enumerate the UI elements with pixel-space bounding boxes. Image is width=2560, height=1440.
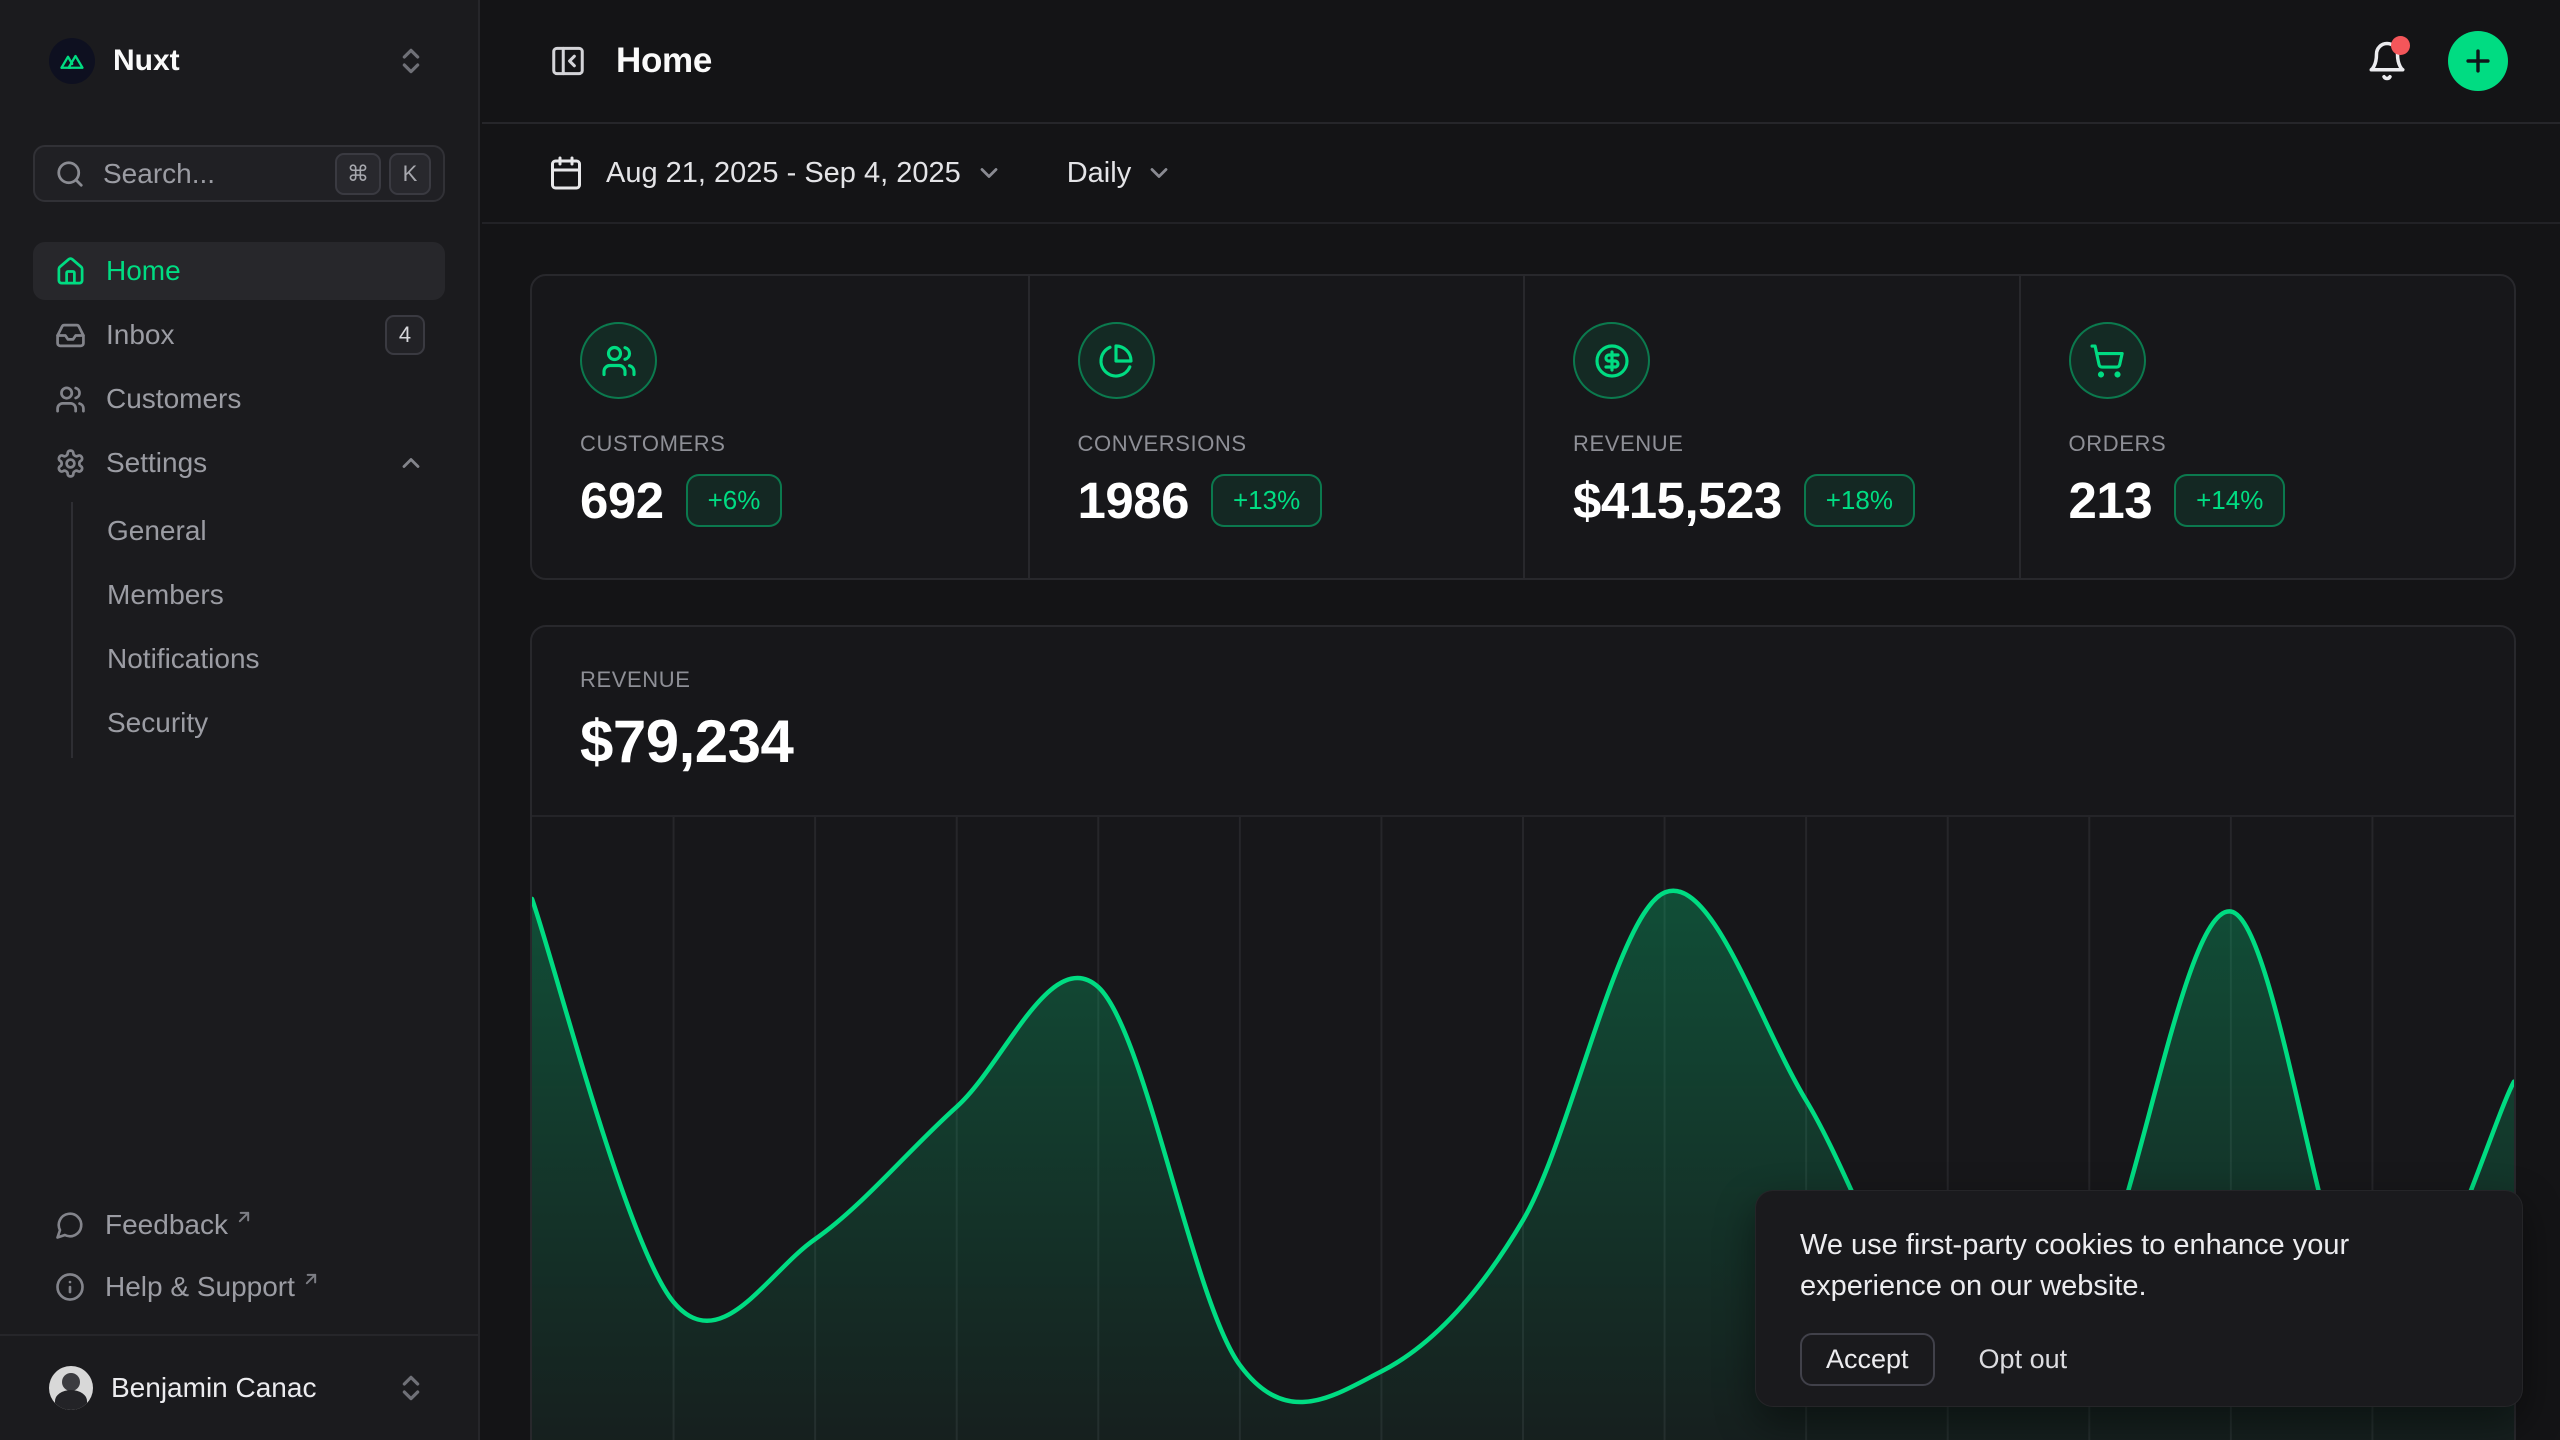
sidebar-item-settings[interactable]: Settings: [33, 434, 445, 492]
search-icon: [55, 159, 85, 189]
stat-value: $415,523: [1573, 471, 1782, 530]
accept-button[interactable]: Accept: [1800, 1333, 1935, 1386]
stat-delta-badge: +6%: [686, 474, 783, 527]
sidebar-subitem-members[interactable]: Members: [73, 566, 445, 624]
gear-icon: [55, 448, 86, 479]
link-label: Help & Support: [105, 1271, 295, 1303]
info-circle-icon: [55, 1272, 85, 1302]
panel-left-close-icon: [549, 42, 587, 80]
revenue-chart-label: REVENUE: [580, 667, 2514, 693]
user-name: Benjamin Canac: [111, 1372, 395, 1404]
sidebar-item-label: Inbox: [106, 319, 385, 351]
nuxt-logo-icon: [49, 38, 95, 84]
workspace-switcher[interactable]: Nuxt: [33, 28, 445, 94]
kbd-cmd: ⌘: [335, 153, 381, 195]
users-icon: [55, 384, 86, 415]
cookie-message: We use first-party cookies to enhance yo…: [1800, 1225, 2478, 1307]
inbox-count-badge: 4: [385, 315, 425, 355]
sidebar-footer: Feedback Help & Support: [0, 1198, 478, 1334]
granularity-value: Daily: [1067, 157, 1131, 190]
stat-card-orders[interactable]: ORDERS 213 +14%: [2019, 276, 2515, 578]
date-range-picker[interactable]: Aug 21, 2025 - Sep 4, 2025: [548, 155, 1003, 191]
search-placeholder: Search...: [103, 158, 327, 190]
header-actions: [2366, 31, 2508, 91]
stat-value: 213: [2069, 471, 2153, 530]
stat-label: CONVERSIONS: [1078, 431, 1476, 457]
kbd-k: K: [389, 153, 431, 195]
notification-dot: [2391, 36, 2410, 55]
home-icon: [55, 256, 86, 287]
sidebar-item-label: Settings: [106, 447, 397, 479]
stat-card-revenue[interactable]: REVENUE $415,523 +18%: [1523, 276, 2019, 578]
message-bubble-icon: [55, 1210, 85, 1240]
user-menu[interactable]: Benjamin Canac: [0, 1336, 478, 1440]
search-input[interactable]: Search... ⌘ K: [33, 145, 445, 202]
stat-card-customers[interactable]: CUSTOMERS 692 +6%: [532, 276, 1028, 578]
date-range-value: Aug 21, 2025 - Sep 4, 2025: [606, 157, 961, 190]
filter-toolbar: Aug 21, 2025 - Sep 4, 2025 Daily: [482, 124, 2560, 224]
link-label: Feedback: [105, 1209, 228, 1241]
cookie-banner: We use first-party cookies to enhance yo…: [1755, 1190, 2523, 1407]
chevrons-up-down-icon: [395, 45, 427, 77]
workspace-name: Nuxt: [113, 44, 395, 78]
chevrons-up-down-icon: [395, 1372, 427, 1404]
sidebar-item-label: Customers: [106, 383, 425, 415]
sidebar-item-inbox[interactable]: Inbox 4: [33, 306, 445, 364]
add-button[interactable]: [2448, 31, 2508, 91]
stats-panel: CUSTOMERS 692 +6% CONVERSIONS 1986 +13%: [530, 274, 2516, 580]
pie-chart-icon: [1078, 322, 1155, 399]
page-title: Home: [616, 41, 712, 81]
feedback-link[interactable]: Feedback: [33, 1198, 445, 1252]
stat-delta-badge: +14%: [2174, 474, 2285, 527]
stat-value: 1986: [1078, 471, 1189, 530]
sidebar-nav: Home Inbox 4 Customers Settings General …: [33, 242, 445, 758]
circle-dollar-icon: [1573, 322, 1650, 399]
sidebar-subitem-notifications[interactable]: Notifications: [73, 630, 445, 688]
stat-card-conversions[interactable]: CONVERSIONS 1986 +13%: [1028, 276, 1524, 578]
sidebar-collapse-button[interactable]: [546, 39, 590, 83]
opt-out-button[interactable]: Opt out: [1979, 1344, 2068, 1375]
stat-label: ORDERS: [2069, 431, 2467, 457]
stat-value: 692: [580, 471, 664, 530]
chevron-up-icon: [397, 449, 425, 477]
notifications-button[interactable]: [2366, 40, 2408, 82]
chevron-down-icon: [975, 159, 1003, 187]
revenue-chart-header: REVENUE $79,234: [532, 627, 2514, 815]
users-icon: [580, 322, 657, 399]
plus-icon: [2461, 44, 2495, 78]
cookie-actions: Accept Opt out: [1800, 1333, 2478, 1386]
calendar-icon: [548, 155, 584, 191]
external-link-icon: [234, 1207, 254, 1227]
sidebar-item-home[interactable]: Home: [33, 242, 445, 300]
revenue-chart-total: $79,234: [580, 707, 2514, 776]
stat-delta-badge: +13%: [1211, 474, 1322, 527]
avatar: [49, 1366, 93, 1410]
stat-label: REVENUE: [1573, 431, 1971, 457]
settings-sub-list: General Members Notifications Security: [71, 502, 445, 758]
stat-delta-badge: +18%: [1804, 474, 1915, 527]
sidebar-item-customers[interactable]: Customers: [33, 370, 445, 428]
external-link-icon: [301, 1269, 321, 1289]
help-support-link[interactable]: Help & Support: [33, 1260, 445, 1314]
sidebar: Nuxt Search... ⌘ K Home Inbox 4 Customer…: [0, 0, 480, 1440]
granularity-select[interactable]: Daily: [1067, 157, 1173, 190]
sidebar-subitem-security[interactable]: Security: [73, 694, 445, 752]
stat-label: CUSTOMERS: [580, 431, 980, 457]
sidebar-subitem-general[interactable]: General: [73, 502, 445, 560]
top-header: Home: [482, 0, 2560, 124]
inbox-icon: [55, 320, 86, 351]
chevron-down-icon: [1145, 159, 1173, 187]
shopping-cart-icon: [2069, 322, 2146, 399]
sidebar-item-label: Home: [106, 255, 425, 287]
